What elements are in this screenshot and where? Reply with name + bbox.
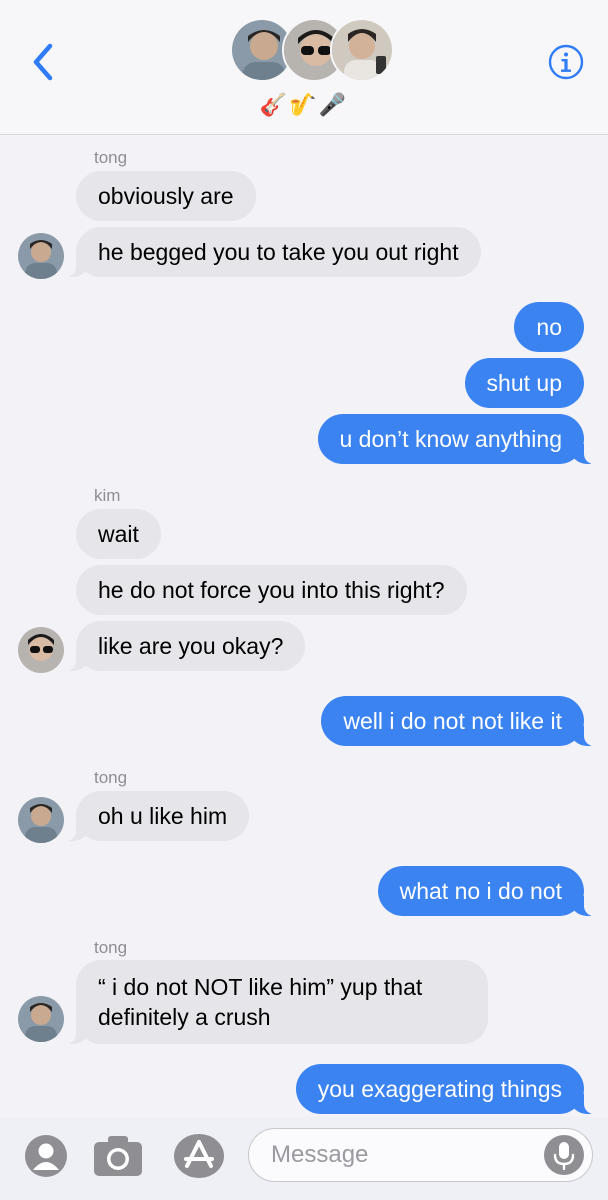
- conversation-header: 🎸🎷🎤: [0, 0, 608, 135]
- contact-icon: [25, 1135, 67, 1177]
- incoming-message[interactable]: he begged you to take you out right: [66, 227, 481, 277]
- sender-name: tong: [94, 938, 128, 957]
- incoming-message[interactable]: wait: [76, 509, 161, 559]
- incoming-message[interactable]: like are you okay?: [65, 621, 306, 671]
- group-avatars[interactable]: [230, 18, 394, 86]
- sender-name: tong: [94, 148, 128, 167]
- outgoing-message[interactable]: shut up: [464, 358, 584, 408]
- back-button[interactable]: [26, 38, 60, 86]
- message-input[interactable]: [271, 1140, 531, 1170]
- sender-avatar[interactable]: [18, 797, 64, 843]
- message-input-wrapper[interactable]: [248, 1128, 593, 1182]
- info-icon: [548, 44, 584, 80]
- camera-button[interactable]: [92, 1132, 144, 1185]
- camera-icon: [94, 1136, 142, 1176]
- app-store-icon: [174, 1134, 224, 1178]
- sender-name: kim: [94, 486, 121, 505]
- outgoing-message[interactable]: u don’t know anything: [317, 414, 594, 464]
- outgoing-message[interactable]: what no i do not: [377, 866, 595, 916]
- incoming-message[interactable]: he do not force you into this right?: [76, 565, 467, 615]
- app-store-button[interactable]: [172, 1132, 226, 1185]
- info-button[interactable]: [548, 44, 584, 80]
- incoming-message[interactable]: oh u like him: [65, 791, 250, 841]
- group-name[interactable]: 🎸🎷🎤: [0, 92, 608, 118]
- incoming-message[interactable]: “ i do not NOT like him” yup that defini…: [66, 960, 488, 1044]
- avatar: [330, 18, 394, 82]
- incoming-message[interactable]: obviously are: [76, 171, 256, 221]
- mic-button[interactable]: [544, 1135, 584, 1175]
- mic-icon: [553, 1142, 575, 1171]
- chevron-left-icon: [33, 43, 53, 81]
- outgoing-message[interactable]: you exaggerating things: [295, 1064, 595, 1114]
- sender-avatar[interactable]: [18, 233, 64, 279]
- contact-button[interactable]: [22, 1132, 70, 1185]
- outgoing-message[interactable]: well i do not not like it: [321, 696, 594, 746]
- sender-name: tong: [94, 768, 128, 787]
- sender-avatar[interactable]: [18, 627, 64, 673]
- sender-avatar[interactable]: [18, 996, 64, 1042]
- outgoing-message[interactable]: no: [514, 302, 584, 352]
